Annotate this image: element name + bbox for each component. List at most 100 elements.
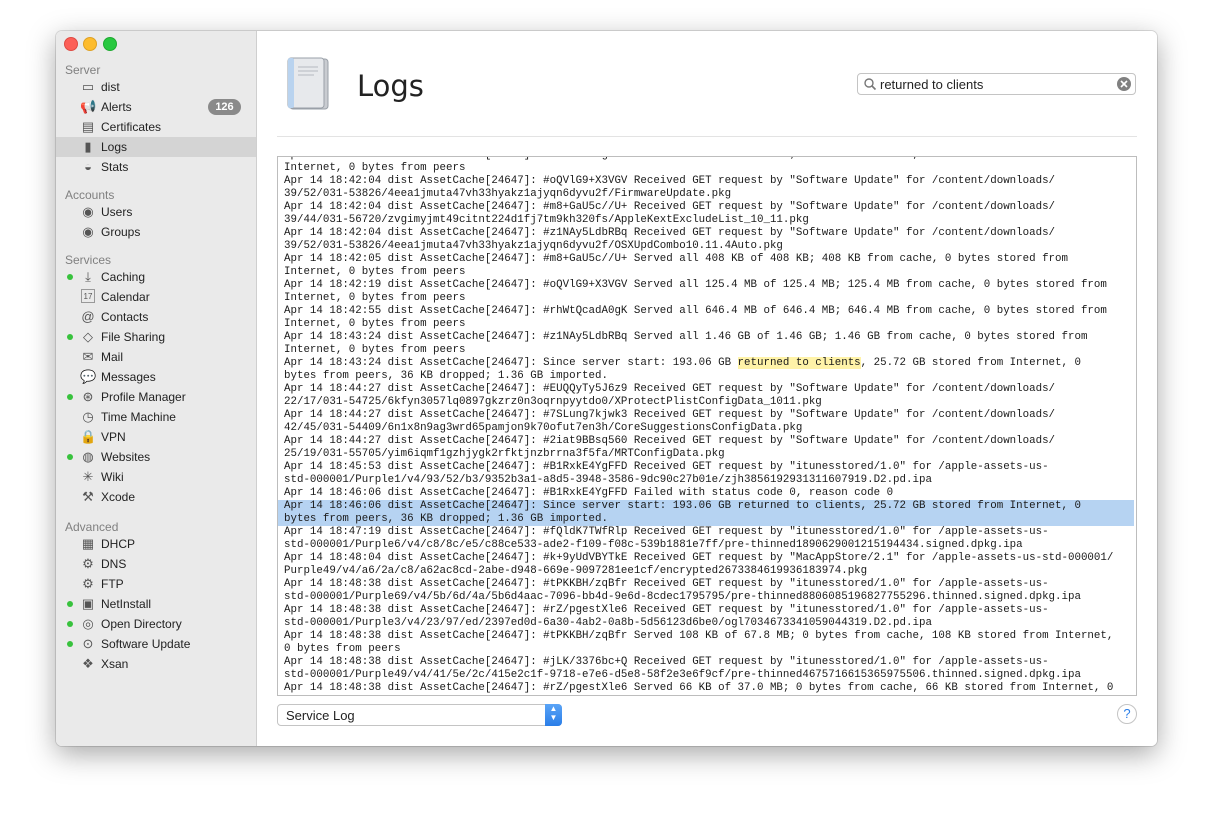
log-line: Apr 14 18:42:05 dist AssetCache[24647]: …	[284, 253, 1068, 265]
netinstall-icon: ▣	[81, 596, 95, 611]
log-type-select-value: Service Log	[286, 708, 355, 723]
sidebar-item-software-update[interactable]: ⊙ Software Update	[56, 634, 256, 654]
sidebar-item-wiki[interactable]: ✳ Wiki	[56, 467, 256, 487]
search-field[interactable]	[857, 73, 1136, 95]
open-directory-icon: ◎	[82, 616, 94, 631]
log-line: Apr 14 18:42:04 dist AssetCache[24647]: …	[284, 201, 1056, 213]
sidebar-item-label: DNS	[101, 557, 127, 571]
sidebar-item-messages[interactable]: 💬 Messages	[56, 367, 256, 387]
sidebar-item-label: Open Directory	[101, 617, 182, 631]
sidebar-item-xcode[interactable]: ⚒ Xcode	[56, 487, 256, 507]
sidebar-item-stats[interactable]: ◒ Stats	[56, 157, 256, 177]
log-lines: Apr 14 18:41:51 dist AssetCache[24647]: …	[278, 157, 1134, 695]
sidebar-item-ftp[interactable]: ⚙ FTP	[56, 574, 256, 594]
sidebar-item-label: Groups	[101, 225, 141, 239]
log-text-view[interactable]: Apr 14 18:41:51 dist AssetCache[24647]: …	[277, 156, 1137, 696]
page-title: Logs	[357, 69, 424, 103]
sidebar-item-caching[interactable]: ⤓ Caching	[56, 267, 256, 287]
clear-search-icon[interactable]	[1116, 76, 1132, 92]
sidebar-section-accounts: Accounts	[65, 188, 115, 202]
service-running-indicator	[67, 641, 73, 647]
logs-icon: ▮	[84, 139, 92, 154]
log-line: std-000001/Purple49/v4/41/5e/2c/415e2c1f…	[284, 669, 1081, 681]
sidebar-item-time-machine[interactable]: ◷ Time Machine	[56, 407, 256, 427]
sidebar-item-websites[interactable]: ◍ Websites	[56, 447, 256, 467]
chevron-updown-icon: ▲ ▼	[545, 704, 562, 726]
sidebar-item-label: Calendar	[101, 290, 150, 304]
sidebar-item-label: Profile Manager	[101, 390, 186, 404]
sidebar-item-certificates[interactable]: ▤ Certificates	[56, 117, 256, 137]
sidebar-item-label: Mail	[101, 350, 124, 364]
sidebar-item-label: Alerts	[101, 100, 132, 114]
service-running-indicator	[67, 274, 73, 280]
sidebar-item-profile-manager[interactable]: ⊛ Profile Manager	[56, 387, 256, 407]
sidebar-item-dist[interactable]: ▭ dist	[56, 77, 256, 97]
time-machine-icon: ◷	[82, 409, 94, 424]
sidebar-item-file-sharing[interactable]: ◇ File Sharing	[56, 327, 256, 347]
log-line: Purple49/v4/a6/2a/c8/a62ac8cd-2abe-d948-…	[284, 565, 868, 577]
xcode-icon: ⚒	[82, 489, 94, 504]
sidebar-item-label: Users	[101, 205, 133, 219]
log-line: 39/44/031-56720/zvgimyjmt49citnt224d1fj7…	[284, 214, 809, 226]
sidebar-item-label: Wiki	[101, 470, 124, 484]
sidebar-item-dns[interactable]: ⚙ DNS	[56, 554, 256, 574]
sidebar-item-open-directory[interactable]: ◎ Open Directory	[56, 614, 256, 634]
sidebar-item-calendar[interactable]: 17 Calendar	[56, 287, 256, 307]
service-running-indicator	[67, 394, 73, 400]
wiki-icon: ✳	[82, 469, 94, 484]
log-line: bytes from peers, 36 KB dropped; 1.36 GB…	[284, 370, 608, 382]
minimize-window-button[interactable]	[83, 37, 97, 51]
log-line: Apr 14 18:43:24 dist AssetCache[24647]: …	[284, 357, 1081, 369]
sidebar-item-xsan[interactable]: ❖ Xsan	[56, 654, 256, 674]
gauge-icon: ◒	[84, 159, 92, 174]
sidebar-item-label: FTP	[101, 577, 124, 591]
group-icon: ◉	[82, 224, 94, 239]
log-line: Apr 14 18:48:38 dist AssetCache[24647]: …	[284, 578, 1049, 590]
log-type-select[interactable]: Service Log ▲ ▼	[277, 704, 562, 726]
log-line: std-000001/Purple6/v4/c8/8c/e5/c88ce533-…	[284, 539, 1023, 551]
service-running-indicator	[67, 601, 73, 607]
log-line: Apr 14 18:46:06 dist AssetCache[24647]: …	[284, 487, 894, 499]
sidebar-item-dhcp[interactable]: ▦ DHCP	[56, 534, 256, 554]
globe-icon: ◍	[82, 449, 94, 464]
close-window-button[interactable]	[64, 37, 78, 51]
log-line: Internet, 0 bytes from peers	[284, 292, 466, 304]
sidebar-item-label: Certificates	[101, 120, 162, 134]
search-input[interactable]	[880, 76, 1110, 92]
sidebar-item-vpn[interactable]: 🔒 VPN	[56, 427, 256, 447]
server-icon: ▭	[81, 79, 95, 94]
zoom-window-button[interactable]	[103, 37, 117, 51]
alerts-count-badge: 126	[208, 99, 241, 115]
sidebar-item-alerts[interactable]: 📢 Alerts 126	[56, 97, 256, 117]
sidebar-section-services: Services	[65, 253, 112, 267]
search-match-highlight: returned to clients	[737, 357, 861, 369]
contacts-icon: @	[81, 309, 95, 324]
log-line: 39/52/031-53826/4eea1jmuta47vh33hyakz1aj…	[284, 240, 783, 252]
calendar-icon: 17	[81, 289, 95, 303]
sidebar-item-logs[interactable]: ▮ Logs	[56, 137, 256, 157]
sidebar-item-netinstall[interactable]: ▣ NetInstall	[56, 594, 256, 614]
sidebar-item-label: DHCP	[101, 537, 136, 551]
log-line: std-000001/Purple69/v4/5b/6d/4a/5b6d4aac…	[284, 591, 1081, 603]
mail-icon: ✉	[82, 349, 94, 364]
header-divider	[277, 136, 1137, 137]
log-line: Internet, 0 bytes from peers	[284, 344, 466, 356]
user-icon: ◉	[82, 204, 94, 219]
log-line: std-000001/Purple1/v4/93/52/b3/9352b3a1-…	[284, 474, 932, 486]
log-line: Apr 14 18:44:27 dist AssetCache[24647]: …	[284, 435, 1056, 447]
log-line: 25/19/031-55705/yim6iqmf1gzhjygk2rfktjnz…	[284, 448, 725, 460]
sidebar-item-label: File Sharing	[101, 330, 166, 344]
log-line: Internet, 0 bytes from peers	[284, 318, 466, 330]
sidebar-item-label: Xcode	[101, 490, 136, 504]
log-line: Internet, 0 bytes from peers	[284, 162, 466, 174]
log-line: Apr 14 18:44:27 dist AssetCache[24647]: …	[284, 383, 1056, 395]
sidebar-item-users[interactable]: ◉ Users	[56, 202, 256, 222]
service-running-indicator	[67, 454, 73, 460]
log-line: Apr 14 18:48:04 dist AssetCache[24647]: …	[284, 552, 1114, 564]
help-button[interactable]: ?	[1117, 704, 1137, 724]
sidebar-item-groups[interactable]: ◉ Groups	[56, 222, 256, 242]
sidebar-item-mail[interactable]: ✉ Mail	[56, 347, 256, 367]
log-line: Apr 14 18:42:19 dist AssetCache[24647]: …	[284, 279, 1107, 291]
logs-header-icon	[287, 57, 329, 110]
sidebar-item-contacts[interactable]: @ Contacts	[56, 307, 256, 327]
